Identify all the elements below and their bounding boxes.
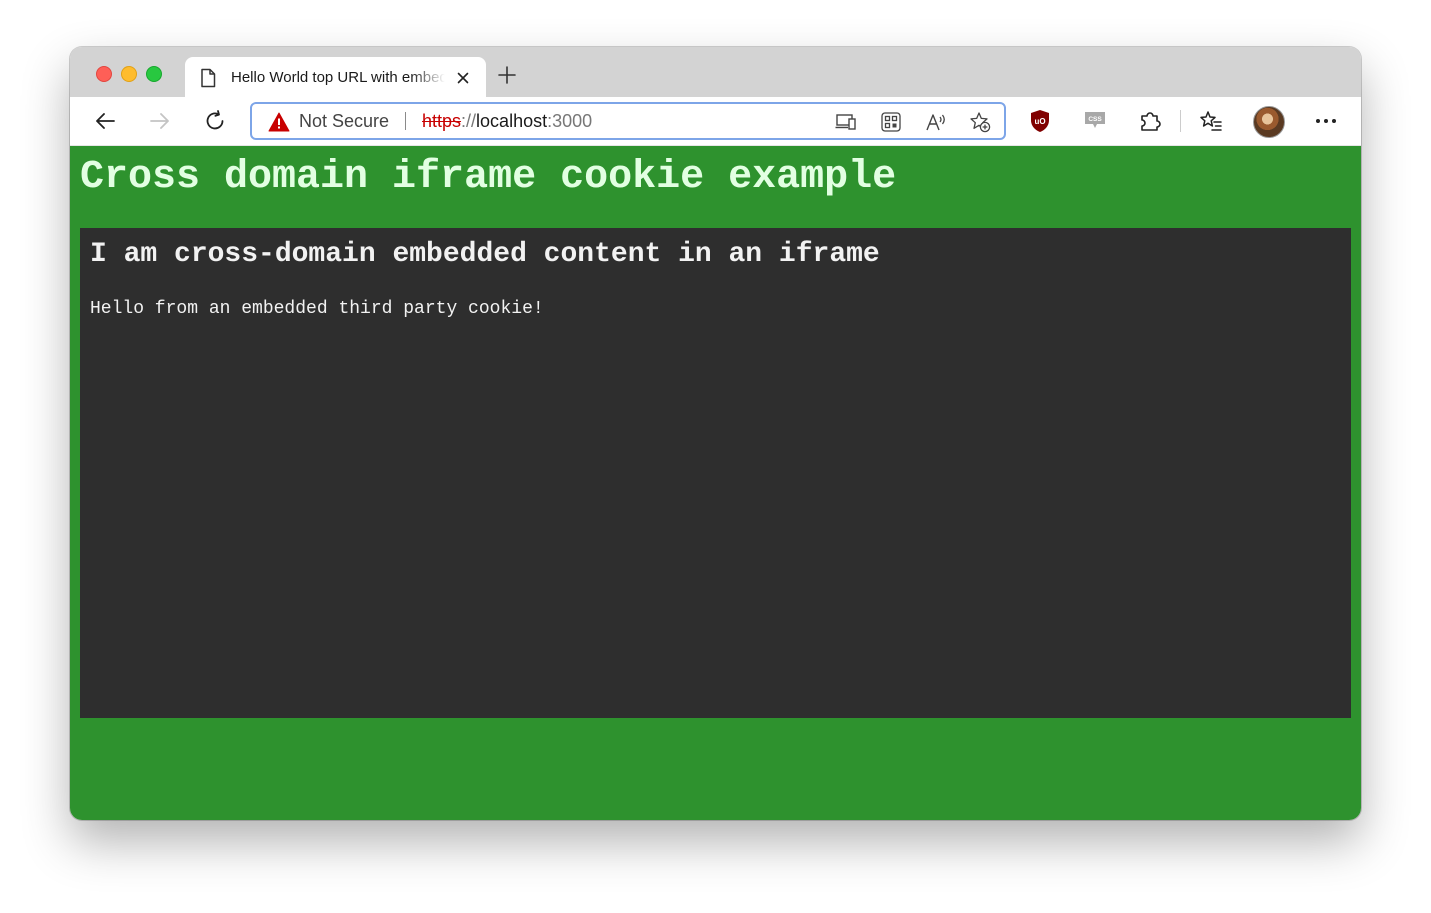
url-port: :3000 xyxy=(547,111,593,131)
url-text[interactable]: https://localhost:3000 xyxy=(422,111,592,131)
address-bar[interactable]: Not Secure https://localhost:3000 xyxy=(250,102,1006,140)
qr-code-icon[interactable] xyxy=(880,111,902,133)
svg-text:CSS: CSS xyxy=(1088,116,1102,123)
page-icon xyxy=(200,68,216,93)
warning-icon[interactable] xyxy=(268,112,290,137)
toolbar-divider xyxy=(1180,110,1181,132)
tab-bar: Hello World top URL with embedded iframe xyxy=(70,47,1361,97)
read-aloud-icon[interactable] xyxy=(925,111,947,133)
puzzle-icon[interactable] xyxy=(1137,108,1163,134)
plus-icon[interactable] xyxy=(498,66,516,84)
embedded-iframe[interactable]: I am cross-domain embedded content in an… xyxy=(80,228,1351,718)
reload-icon[interactable] xyxy=(202,108,228,134)
address-divider xyxy=(405,112,406,130)
iframe-cookie-message: Hello from an embedded third party cooki… xyxy=(90,299,544,319)
close-icon[interactable] xyxy=(455,70,471,86)
url-separator: :// xyxy=(461,111,477,131)
iframe-heading: I am cross-domain embedded content in an… xyxy=(90,239,880,270)
page-title: Cross domain iframe cookie example xyxy=(80,155,897,200)
browser-window: Hello World top URL with embedded iframe xyxy=(70,47,1361,820)
app-available-icon[interactable] xyxy=(835,111,857,133)
close-window-button[interactable] xyxy=(96,66,112,82)
security-status-label[interactable]: Not Secure xyxy=(299,111,389,131)
tab-active[interactable]: Hello World top URL with embedded iframe xyxy=(185,57,486,97)
favorites-icon[interactable] xyxy=(1198,108,1224,134)
toolbar: Not Secure https://localhost:3000 uO CSS xyxy=(70,97,1361,146)
back-arrow-icon[interactable] xyxy=(92,108,118,134)
zoom-window-button[interactable] xyxy=(146,66,162,82)
ublock-origin-icon[interactable]: uO xyxy=(1027,108,1053,134)
url-scheme: https xyxy=(422,111,462,131)
avatar[interactable] xyxy=(1253,106,1285,138)
css-extension-icon[interactable]: CSS xyxy=(1082,108,1108,134)
minimize-window-button[interactable] xyxy=(121,66,137,82)
forward-arrow-icon[interactable] xyxy=(147,108,173,134)
url-host: localhost xyxy=(476,111,548,131)
page-content: Cross domain iframe cookie example I am … xyxy=(70,146,1361,820)
more-icon[interactable] xyxy=(1313,108,1339,134)
tab-title: Hello World top URL with embedded iframe xyxy=(231,69,445,86)
add-favorite-icon[interactable] xyxy=(969,111,991,133)
svg-text:uO: uO xyxy=(1034,117,1045,126)
